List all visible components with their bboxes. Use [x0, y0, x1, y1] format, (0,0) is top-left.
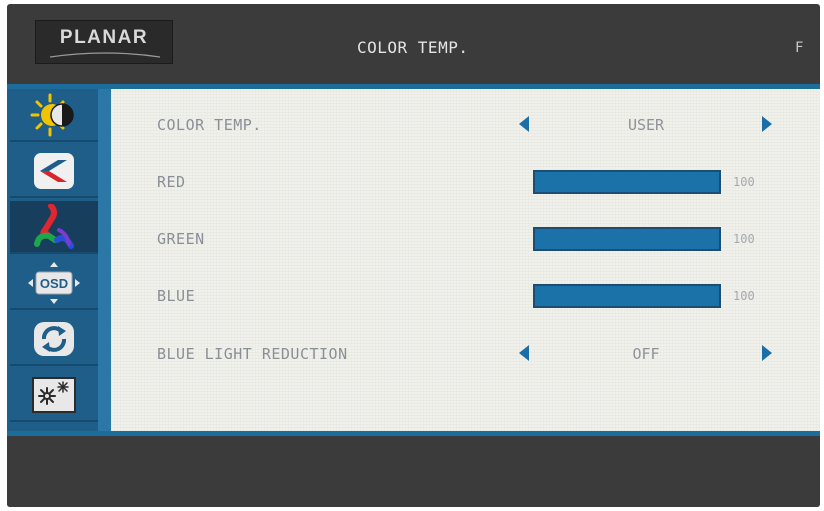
sidebar-edge [98, 89, 111, 431]
green-level-slider[interactable] [533, 227, 721, 251]
blue-light-right-arrow-icon[interactable] [762, 345, 772, 361]
red-row[interactable]: RED 100 [111, 168, 820, 198]
color-temp-row[interactable]: COLOR TEMP. USER [111, 111, 820, 141]
blue-level-slider[interactable] [533, 284, 721, 308]
sidebar-item-osd[interactable]: OSD [10, 257, 98, 310]
sidebar-item-setup[interactable] [10, 369, 98, 422]
red-level-slider[interactable] [533, 170, 721, 194]
color-temp-right-arrow-icon[interactable] [762, 116, 772, 132]
blue-row[interactable]: BLUE 100 [111, 282, 820, 312]
sidebar-item-image[interactable] [10, 145, 98, 198]
red-label: RED [157, 173, 186, 191]
blue-label: BLUE [157, 287, 196, 305]
planar-logo: PLANAR [35, 20, 173, 64]
osd-icon-label: OSD [40, 276, 68, 291]
logo-swoosh-icon [50, 52, 160, 58]
color-icon [31, 203, 77, 250]
blue-value: 100 [733, 289, 755, 303]
green-label: GREEN [157, 230, 205, 248]
color-temp-label: COLOR TEMP. [157, 116, 262, 134]
blue-light-reduction-label: BLUE LIGHT REDUCTION [157, 345, 348, 363]
logo-text: PLANAR [59, 27, 149, 48]
osd-menu-window: PLANAR COLOR TEMP. F OSD COLOR TEMP. USE… [7, 4, 820, 507]
image-adjust-icon [32, 151, 76, 191]
blue-light-left-arrow-icon[interactable] [519, 345, 529, 361]
brightness-contrast-icon [30, 93, 78, 137]
color-temp-value: USER [627, 116, 665, 134]
reset-icon [33, 321, 75, 357]
osd-footer [7, 436, 820, 507]
green-value: 100 [733, 232, 755, 246]
page-title: COLOR TEMP. [357, 38, 469, 57]
blue-level-fill [535, 286, 719, 306]
sidebar-item-color[interactable] [10, 201, 98, 254]
sidebar-item-reset[interactable] [10, 313, 98, 366]
menu-content-panel: COLOR TEMP. USER RED 100 GREEN 100 BLUE … [111, 89, 820, 431]
sidebar: OSD [7, 89, 111, 431]
red-level-fill [535, 172, 719, 192]
sidebar-item-brightness[interactable] [10, 89, 98, 142]
osd-settings-icon: OSD [26, 260, 82, 306]
header-indicator: F [795, 40, 804, 56]
color-temp-left-arrow-icon[interactable] [519, 116, 529, 132]
green-level-fill [535, 229, 719, 249]
osd-header: PLANAR COLOR TEMP. F [7, 4, 820, 86]
green-row[interactable]: GREEN 100 [111, 225, 820, 255]
setup-icon [31, 374, 77, 416]
blue-light-reduction-row[interactable]: BLUE LIGHT REDUCTION OFF [111, 340, 820, 370]
red-value: 100 [733, 175, 755, 189]
blue-light-reduction-value: OFF [632, 345, 660, 363]
